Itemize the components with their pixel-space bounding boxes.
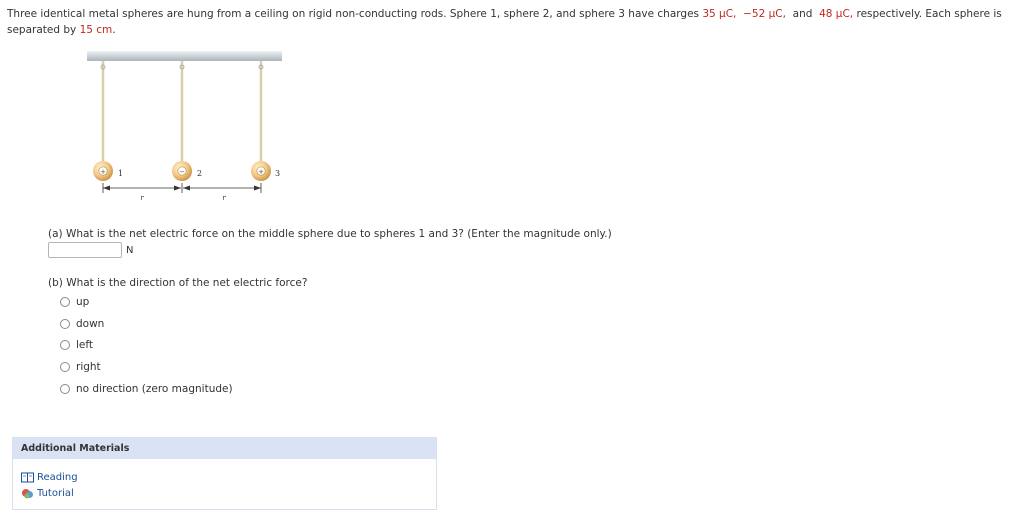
reading-link-row[interactable]: Reading [13, 469, 436, 485]
sphere-2-label: 2 [197, 169, 202, 178]
option-label: no direction (zero magnitude) [76, 382, 233, 395]
radio-no-direction[interactable] [60, 383, 70, 394]
option-no-direction[interactable]: no direction (zero magnitude) [60, 378, 233, 400]
option-label: left [76, 339, 94, 352]
tutorial-link[interactable]: Tutorial [37, 488, 74, 499]
option-left[interactable]: left [60, 334, 233, 356]
problem-text: Three identical metal spheres are hung f… [7, 8, 703, 20]
tutorial-icon [22, 488, 33, 498]
unit-label: N [126, 244, 134, 256]
sphere-2-sign: − [179, 168, 185, 176]
additional-materials-heading: Additional Materials [13, 438, 436, 459]
radio-up[interactable] [60, 296, 70, 307]
spheres-figure: + − + 1 2 3 r r [85, 48, 290, 208]
option-right[interactable]: right [60, 356, 233, 378]
distance-label-right: r [222, 194, 226, 202]
radio-left[interactable] [60, 340, 70, 351]
force-magnitude-input[interactable] [48, 242, 122, 258]
option-up[interactable]: up [60, 291, 233, 313]
charge-q1: 35 μC, [702, 8, 737, 20]
option-label: right [76, 360, 101, 373]
charge-q3: 48 μC, [819, 8, 854, 20]
separation-distance: 15 cm [79, 24, 113, 36]
sphere-3-label: 3 [275, 169, 280, 178]
radio-right[interactable] [60, 361, 70, 372]
sphere-3-sign: + [258, 168, 264, 176]
option-label: down [76, 317, 105, 330]
spheres-diagram: + − + 1 2 3 r r [87, 51, 282, 202]
ceiling [87, 51, 282, 61]
distance-label-left: r [140, 194, 144, 202]
reading-link[interactable]: Reading [37, 472, 78, 483]
charge-q2: −52 μC, [743, 8, 786, 20]
part-b-question: (b) What is the direction of the net ele… [48, 277, 308, 289]
problem-statement: Three identical metal spheres are hung f… [7, 6, 1007, 38]
additional-materials-panel: Additional Materials Reading Tutorial [12, 437, 437, 510]
sphere-1-label: 1 [118, 169, 123, 178]
book-icon [21, 472, 34, 482]
distance-arrows [102, 183, 262, 193]
radio-down[interactable] [60, 318, 70, 329]
tutorial-link-row[interactable]: Tutorial [13, 485, 436, 501]
part-a-question: (a) What is the net electric force on th… [48, 228, 612, 240]
problem-text-and: and [792, 8, 813, 20]
direction-options: up down left right no direction (zero ma… [60, 291, 233, 399]
option-down[interactable]: down [60, 313, 233, 335]
part-a-answer-row: N [48, 242, 133, 258]
sphere-1-sign: + [100, 168, 106, 176]
option-label: up [76, 295, 90, 308]
problem-text: . [112, 24, 116, 36]
